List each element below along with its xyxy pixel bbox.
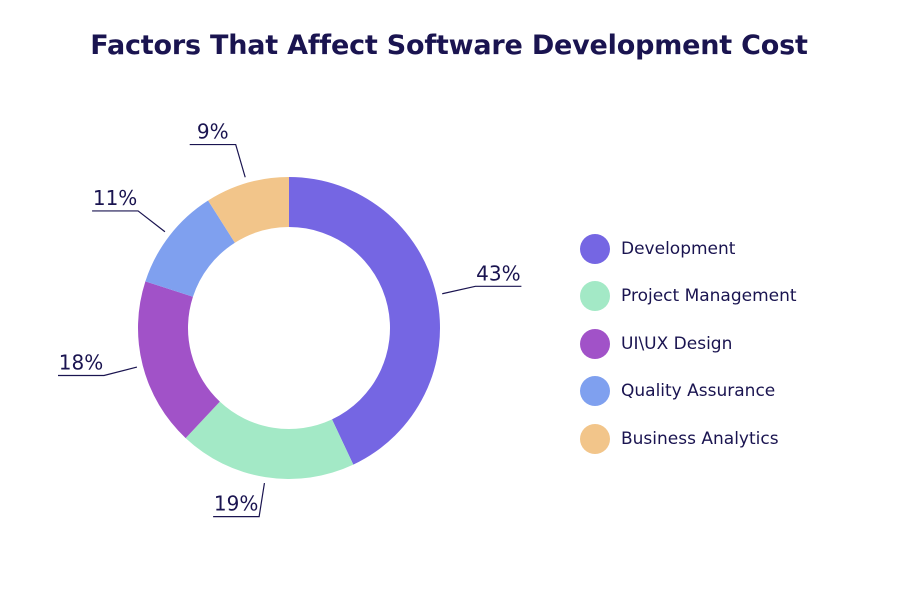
legend-label-project-management: Project Management bbox=[621, 286, 797, 307]
legend-swatch-development bbox=[580, 233, 610, 264]
legend: Development Project Management UI\UX Desig… bbox=[580, 225, 797, 463]
legend-item-business-analytics: Business Analytics bbox=[580, 415, 797, 463]
legend-swatch-ui-ux-design bbox=[580, 328, 610, 359]
leader-line-quality-assurance bbox=[92, 210, 166, 233]
percent-label-business-analytics: 9% bbox=[197, 120, 229, 144]
legend-swatch-project-management bbox=[580, 281, 610, 312]
legend-item-development: Development bbox=[580, 225, 797, 273]
legend-label-business-analytics: Business Analytics bbox=[621, 428, 779, 449]
legend-item-project-management: Project Management bbox=[580, 273, 797, 321]
legend-label-quality-assurance: Quality Assurance bbox=[621, 381, 776, 402]
legend-swatch-quality-assurance bbox=[580, 376, 610, 407]
percent-label-ui-ux-design: 18% bbox=[59, 350, 103, 374]
legend-swatch-business-analytics bbox=[580, 423, 610, 454]
donut-slices bbox=[138, 177, 440, 479]
percent-label-development: 43% bbox=[476, 261, 520, 285]
slice-project-management bbox=[185, 401, 354, 479]
legend-item-ui-ux-design: UI\UX Design bbox=[580, 320, 797, 368]
legend-label-development: Development bbox=[621, 238, 736, 259]
percent-label-project-management: 19% bbox=[214, 492, 258, 516]
slice-development bbox=[289, 177, 440, 465]
leader-line-business-analytics bbox=[189, 143, 246, 178]
legend-item-quality-assurance: Quality Assurance bbox=[580, 368, 797, 416]
percent-label-quality-assurance: 11% bbox=[93, 186, 137, 210]
leader-line-development bbox=[442, 285, 522, 295]
slice-ui-ux-design bbox=[138, 281, 220, 439]
legend-label-ui-ux-design: UI\UX Design bbox=[621, 333, 733, 354]
